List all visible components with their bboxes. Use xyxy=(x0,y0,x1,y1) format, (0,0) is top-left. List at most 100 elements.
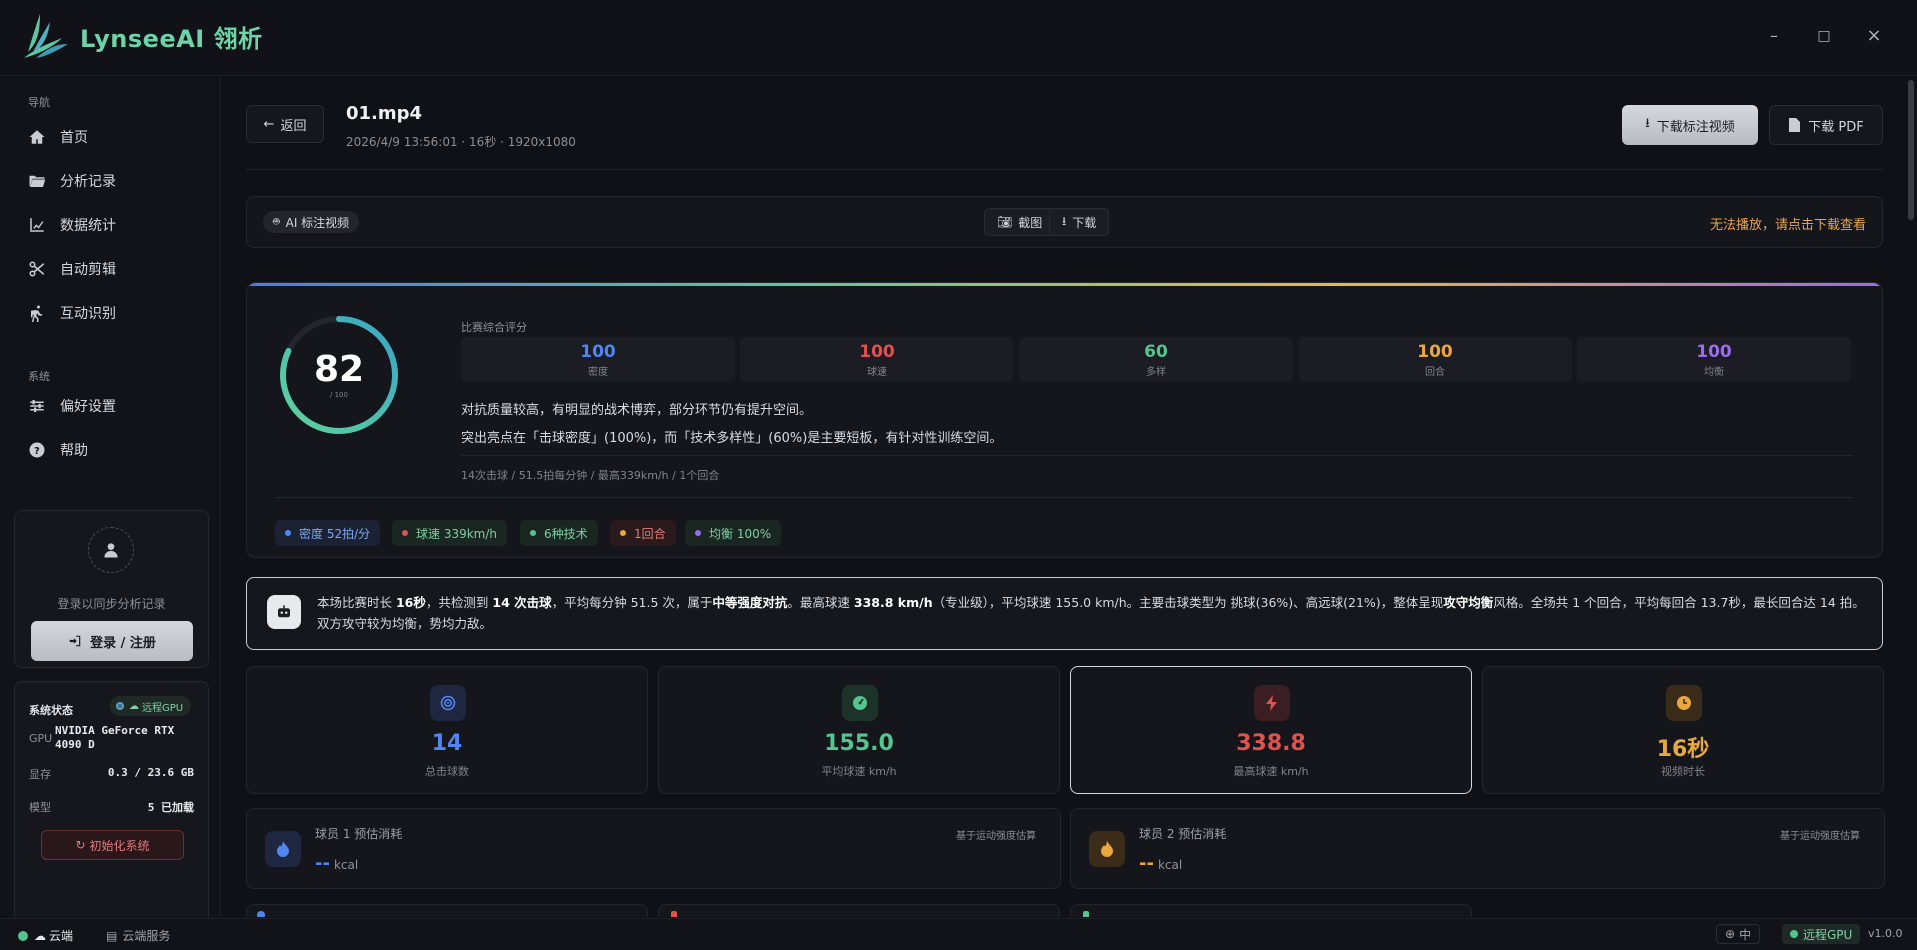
back-label: 返回 xyxy=(280,118,307,134)
user-icon xyxy=(104,543,118,558)
energy-number: -- xyxy=(1139,853,1154,874)
summary-text: 。最高球速 xyxy=(787,595,854,610)
dot-icon xyxy=(285,530,291,536)
clock-icon xyxy=(1666,685,1702,721)
system-status-card: 系统状态 ☁ 远程GPU GPU NVIDIA GeForce RTX 4090… xyxy=(14,681,209,950)
screenshot-label: 截图 xyxy=(1018,215,1043,230)
remote-gpu-status[interactable]: 远程GPU xyxy=(1782,924,1861,944)
model-value: 5 已加载 xyxy=(147,801,194,814)
svg-text:?: ? xyxy=(34,446,40,457)
status-dot-icon xyxy=(116,702,124,710)
chip-label: 密度 52拍/分 xyxy=(299,526,371,541)
summary-text: 本场比赛时长 xyxy=(317,595,396,610)
score-max: / 100 xyxy=(330,391,348,399)
chip-techniques: 6种技术 xyxy=(520,520,598,546)
stat-card-max-speed[interactable]: 338.8 最高球速 km/h xyxy=(1070,666,1472,794)
metric-rally: 100 回合 xyxy=(1298,337,1572,382)
sidebar-item-label: 帮助 xyxy=(60,443,88,459)
sidebar-item-home[interactable]: 首页 xyxy=(14,118,210,156)
energy-note: 基于运动强度估算 xyxy=(1780,831,1860,842)
pie-icon xyxy=(257,911,265,917)
remote-gpu-label: 远程GPU xyxy=(142,702,184,714)
camera-icon: 📷︎ xyxy=(997,215,1013,229)
bolt-icon xyxy=(1254,685,1290,721)
summary-highlight: 中等强度对抗 xyxy=(712,595,788,610)
cloud-service-label: 云端服务 xyxy=(122,929,171,943)
dot-icon xyxy=(402,530,408,536)
screenshot-button[interactable]: 📷︎ 截图 xyxy=(984,208,1056,236)
cloud-status[interactable]: ☁ 云端 xyxy=(18,927,73,944)
home-icon xyxy=(29,130,45,144)
player-icon xyxy=(1083,911,1089,917)
sidebar-item-label: 首页 xyxy=(60,130,88,146)
maximize-button[interactable]: □ xyxy=(1812,24,1836,48)
summary-highlight: 16秒 xyxy=(395,595,426,610)
sidebar-item-interaction[interactable]: 互动识别 xyxy=(14,294,210,332)
help-icon: ? xyxy=(29,442,45,458)
check-icon xyxy=(18,930,28,941)
video-download-button[interactable]: ⭳ 下载 xyxy=(1049,208,1110,236)
summary-text: ，共检测到 xyxy=(425,595,493,610)
stat-value: 338.8 xyxy=(1236,731,1306,756)
chip-label: 均衡 100% xyxy=(709,526,772,541)
sidebar-item-help[interactable]: ? 帮助 xyxy=(14,431,210,469)
pdf-file-icon xyxy=(1789,118,1801,132)
chip-label: 球速 339km/h xyxy=(416,526,498,541)
version: v1.0.0 xyxy=(1868,927,1903,940)
score-summary-line1: 对抗质量较高，有明显的战术博弈，部分环节仍有提升空间。 xyxy=(461,403,813,418)
metric-diversity: 60 多样 xyxy=(1019,337,1293,382)
energy-value: -- kcal xyxy=(315,853,358,874)
download-pdf-label: 下载 PDF xyxy=(1808,119,1864,135)
player2-energy-card: 球员 2 预估消耗 基于运动强度估算 -- kcal xyxy=(1070,808,1885,889)
chip-density: 密度 52拍/分 xyxy=(275,520,381,546)
download-video-label: 下载标注视频 xyxy=(1656,119,1735,135)
avatar xyxy=(88,527,134,573)
stat-label: 总击球数 xyxy=(425,765,469,778)
stat-card-total-hits[interactable]: 14 总击球数 xyxy=(246,666,648,794)
vram-key: 显存 xyxy=(29,768,51,781)
metric-density: 100 密度 xyxy=(461,337,735,382)
language-switch[interactable]: ⊕ 中 xyxy=(1716,924,1761,944)
back-button[interactable]: ← 返回 xyxy=(246,105,324,143)
energy-value: -- kcal xyxy=(1139,853,1182,874)
login-button[interactable]: 登录 / 注册 xyxy=(31,621,193,661)
energy-note: 基于运动强度估算 xyxy=(956,831,1036,842)
metric-label: 球速 xyxy=(867,367,887,378)
energy-title: 球员 1 预估消耗 xyxy=(315,827,403,841)
close-button[interactable]: × xyxy=(1862,24,1886,48)
metric-value: 100 xyxy=(1696,342,1732,362)
login-button-label: 登录 / 注册 xyxy=(90,635,156,651)
main-scrollbar[interactable] xyxy=(1908,80,1914,220)
sidebar-item-auto-edit[interactable]: 自动剪辑 xyxy=(14,250,210,288)
file-meta: 2026/4/9 13:56:01 · 16秒 · 1920x1080 xyxy=(346,135,576,149)
metric-label: 密度 xyxy=(588,367,608,378)
minimize-button[interactable]: – xyxy=(1762,24,1786,48)
chip-label: 1回合 xyxy=(634,526,666,541)
sidebar-item-statistics[interactable]: 数据统计 xyxy=(14,206,210,244)
stat-card-duration[interactable]: 16秒 视频时长 xyxy=(1482,666,1884,794)
metric-label: 多样 xyxy=(1146,367,1166,378)
download-icon: ⭳ xyxy=(1645,116,1650,131)
sidebar-item-preferences[interactable]: 偏好设置 xyxy=(14,387,210,425)
chip-speed: 球速 339km/h xyxy=(392,520,508,546)
sidebar-item-records[interactable]: 分析记录 xyxy=(14,162,210,200)
download-pdf-button[interactable]: 下载 PDF xyxy=(1769,105,1883,145)
ai-summary-card: 本场比赛时长 16秒，共检测到 14 次击球，平均每分钟 51.5 次，属于中等… xyxy=(246,577,1883,650)
download-annotated-video-button[interactable]: ⭳ 下载标注视频 xyxy=(1622,105,1758,145)
init-system-button[interactable]: ↻ 初始化系统 xyxy=(41,830,184,860)
rainbow-accent xyxy=(247,283,1882,286)
stat-card-avg-speed[interactable]: 155.0 平均球速 km/h xyxy=(658,666,1060,794)
stat-label: 平均球速 km/h xyxy=(821,765,897,778)
header-divider xyxy=(246,169,1883,170)
score-card: 82 / 100 比赛综合评分 100 密度 100 球速 60 多样 100 … xyxy=(246,282,1883,558)
sidebar-item-label: 互动识别 xyxy=(60,306,116,322)
summary-text: （专业级），平均球速 155.0 km/h。主要击球类型为 挑球(36%)、高远… xyxy=(932,595,1444,610)
cloud-icon: ☁ xyxy=(129,700,139,712)
sliders-icon xyxy=(30,400,44,412)
target-icon xyxy=(430,685,466,721)
partial-card xyxy=(246,904,648,917)
login-hint: 登录以同步分析记录 xyxy=(57,597,166,611)
metric-value: 100 xyxy=(580,342,616,362)
folder-icon xyxy=(29,175,46,187)
cloud-service-status[interactable]: ▤ 云端服务 xyxy=(106,927,170,944)
